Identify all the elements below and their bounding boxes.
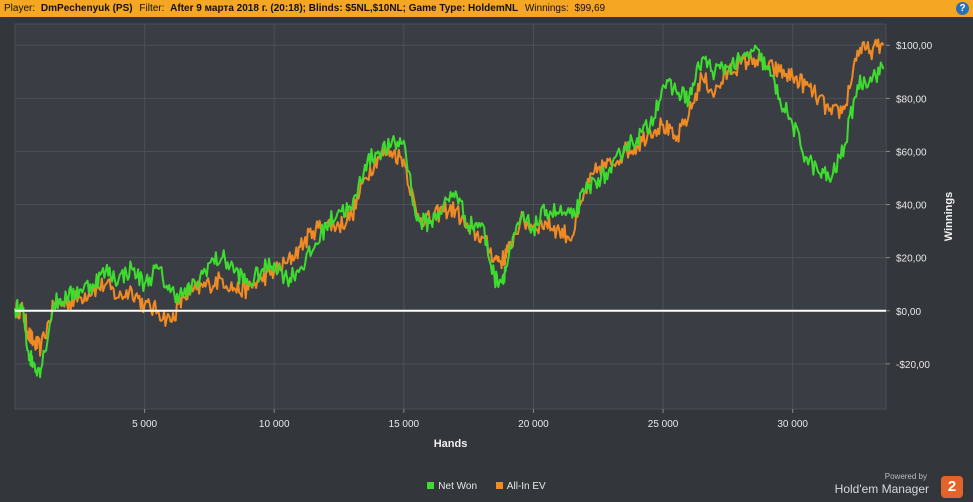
x-tick-label: 10 000: [259, 419, 290, 430]
holdem-manager-logo: Powered by Hold'em Manager 2: [825, 472, 965, 498]
y-axis-label: Winnings: [943, 192, 955, 241]
legend-label-net-won: Net Won: [438, 481, 478, 492]
legend-label-all-in-ev: All-In EV: [506, 481, 546, 492]
y-tick-label: $100,00: [896, 41, 933, 52]
y-tick-label: $60,00: [896, 147, 927, 158]
y-tick-label: $80,00: [896, 94, 927, 105]
help-icon[interactable]: ?: [956, 2, 969, 15]
y-tick-label: $0,00: [896, 307, 921, 318]
filter-header-bar: Player: DmPechenyuk (PS) Filter: After 9…: [0, 0, 973, 17]
legend-swatch-all-in-ev: [495, 482, 503, 489]
x-tick-label: 5 000: [132, 419, 157, 430]
legend-item-all-in-ev[interactable]: All-In EV: [495, 481, 546, 492]
filter-label: Filter:: [139, 3, 165, 14]
x-axis-label: Hands: [434, 438, 468, 450]
brand-name: Hold'em Manager: [834, 482, 929, 496]
player-label: Player:: [4, 3, 36, 14]
winnings-value: $99,69: [574, 3, 606, 14]
player-value: DmPechenyuk (PS): [40, 3, 133, 14]
x-tick-label: 20 000: [518, 419, 549, 430]
x-tick-label: 25 000: [648, 419, 679, 430]
winnings-label: Winnings:: [524, 3, 569, 14]
filter-value: After 9 марта 2018 г. (20:18); Blinds: $…: [170, 3, 519, 14]
legend-item-net-won[interactable]: Net Won: [427, 481, 477, 492]
winnings-graph[interactable]: 5 000 10 000 15 000 20 000 25 000 30 000 -$20,…: [0, 17, 973, 477]
hm2-badge-icon: 2: [941, 476, 963, 498]
y-tick-label: $20,00: [896, 254, 927, 265]
x-tick-label: 30 000: [777, 419, 808, 430]
legend-swatch-net-won: [427, 482, 435, 489]
plot-area: [14, 23, 887, 410]
y-tick-label: -$20,00: [896, 360, 930, 371]
x-tick-label: 15 000: [389, 419, 420, 430]
powered-by-text: Powered by: [884, 472, 927, 481]
y-tick-label: $40,00: [896, 201, 927, 212]
